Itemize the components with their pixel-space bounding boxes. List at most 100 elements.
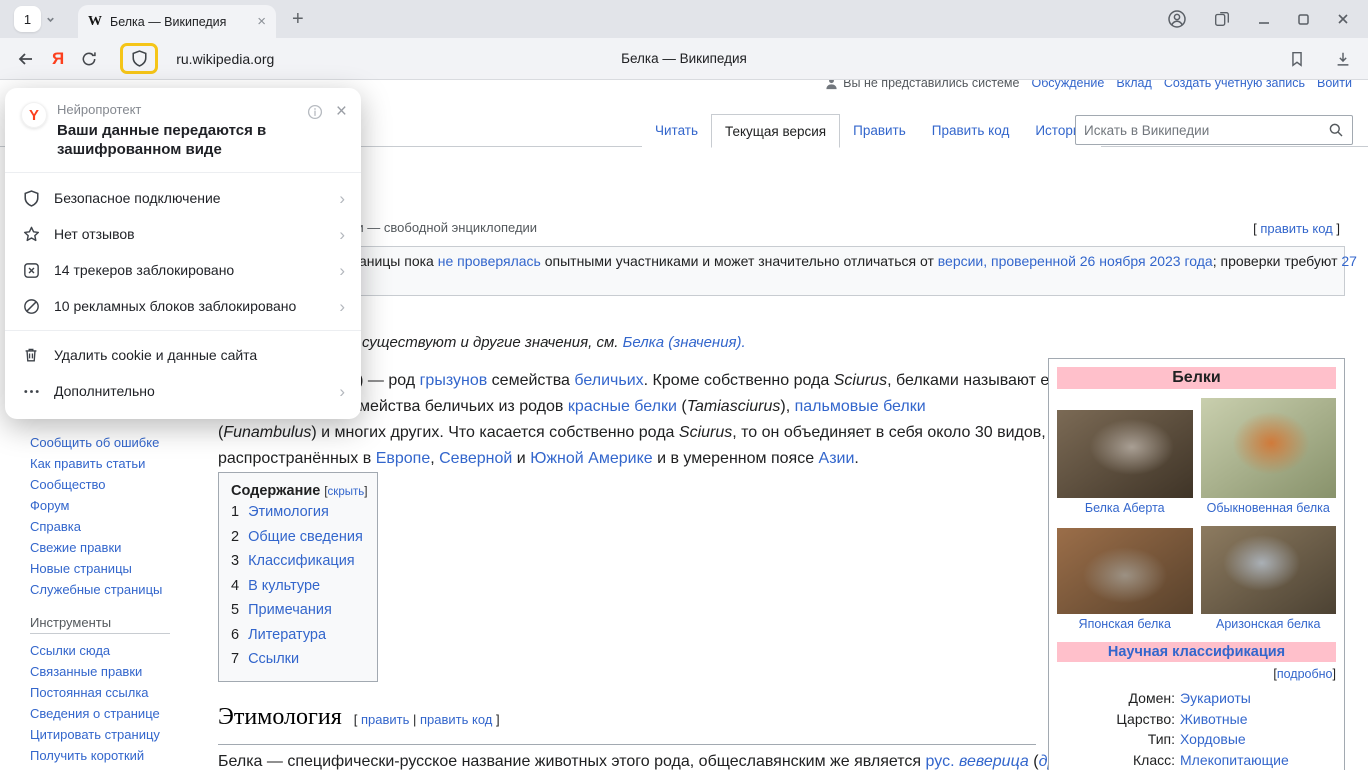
wiki-tab[interactable]: Править код (919, 114, 1023, 147)
wiki-link[interactable]: править код (420, 712, 492, 727)
taxon-rank-label: Класс: (1057, 750, 1175, 770)
wiki-link[interactable]: грызунов (420, 372, 488, 389)
personal-link[interactable]: Вклад (1116, 80, 1152, 90)
avatar-icon[interactable] (1167, 9, 1187, 29)
squirrel-image[interactable] (1057, 528, 1193, 614)
popup-item-label: Дополнительно (54, 383, 155, 399)
popup-close-icon[interactable]: × (336, 105, 347, 119)
wiki-link[interactable]: подробно (1277, 667, 1333, 681)
sidebar-link[interactable]: Постоянная ссылка (30, 682, 206, 703)
toc-item-number: 2 (231, 525, 239, 550)
popup-item-6[interactable]: Дополнительно › (5, 373, 361, 409)
image-caption-link[interactable]: Японская белка (1057, 617, 1193, 632)
wiki-link[interactable]: править код (1260, 221, 1332, 236)
sidebar-link[interactable]: Получить короткий (30, 745, 206, 766)
wiki-link[interactable]: Южной Америке (530, 450, 652, 467)
wiki-link[interactable]: Северной (439, 450, 512, 467)
wiki-search-box (1075, 115, 1353, 145)
back-button[interactable] (16, 49, 36, 69)
info-icon[interactable] (307, 104, 323, 120)
toc-item-link[interactable]: Литература (248, 623, 326, 648)
sidebar-link[interactable]: Новые страницы (30, 558, 206, 579)
chevron-down-icon[interactable] (45, 14, 56, 25)
sidebar-link[interactable]: Свежие правки (30, 537, 206, 558)
sidebar-link[interactable]: Служебные страницы (30, 579, 206, 600)
sidebar-link[interactable]: Сведения о странице (30, 703, 206, 724)
taxon-value-link[interactable]: Млекопитающие (1180, 750, 1289, 770)
sidebar-link[interactable]: Справка (30, 516, 206, 537)
refresh-button[interactable] (80, 50, 98, 68)
squirrel-image[interactable] (1201, 526, 1337, 614)
wiki-tab[interactable]: Читать (642, 114, 711, 147)
personal-link[interactable]: Обсуждение (1031, 80, 1104, 90)
toc-item-link[interactable]: В культуре (248, 574, 320, 599)
wiki-link[interactable]: версии, проверенной 26 ноября 2023 года (938, 253, 1213, 269)
personal-link[interactable]: Войти (1317, 80, 1352, 90)
toc-item-link[interactable]: Классификация (248, 549, 355, 574)
tab-counter-button[interactable]: 1 (14, 6, 41, 32)
address-bar-url[interactable]: ru.wikipedia.org (176, 51, 274, 67)
review-notice: Текущая версия страницы пока не проверял… (218, 246, 1345, 296)
yandex-button[interactable]: Я (52, 49, 64, 69)
protect-shield-button[interactable] (130, 49, 149, 68)
sidebar-link[interactable]: Ссылки сюда (30, 640, 206, 661)
sidebar-link[interactable]: Цитировать страницу (30, 724, 206, 745)
sidebar-link[interactable]: Сообщить об ошибке (30, 432, 206, 453)
taxobox: Белки Белка АбертаОбыкновенная белкаЯпон… (1048, 358, 1345, 770)
downloads-icon[interactable] (1334, 50, 1352, 68)
minimize-button[interactable] (1257, 12, 1271, 26)
taxon-value-link[interactable]: Животные (1180, 709, 1248, 730)
wiki-link[interactable]: Азии (819, 450, 855, 467)
tab-close-icon[interactable]: × (257, 14, 266, 29)
toc-item-link[interactable]: Общие сведения (248, 525, 363, 550)
wiki-link[interactable]: 27 (1341, 253, 1357, 269)
close-button[interactable] (1336, 12, 1350, 26)
image-caption-link[interactable]: Белка Аберта (1057, 501, 1193, 516)
wiki-tab[interactable]: Текущая версия (711, 114, 840, 148)
text-run: ; проверки требуют (1213, 253, 1342, 269)
new-tab-button[interactable]: + (292, 9, 304, 29)
popup-item-2[interactable]: Нет отзывов› (5, 216, 361, 252)
taxon-value-link[interactable]: Эукариоты (1180, 688, 1251, 709)
panels-icon[interactable] (1213, 10, 1231, 28)
image-caption-link[interactable]: Аризонская белка (1201, 617, 1337, 632)
toc-item-link[interactable]: Этимология (248, 500, 329, 525)
toc-item: 6Литература (231, 623, 365, 648)
popup-item-4[interactable]: 10 рекламных блоков заблокировано› (5, 288, 361, 324)
search-input[interactable] (1084, 123, 1328, 138)
search-icon[interactable] (1328, 122, 1344, 138)
bookmark-flag-icon[interactable] (1288, 50, 1306, 68)
squirrel-image[interactable] (1201, 398, 1337, 498)
maximize-button[interactable] (1297, 13, 1310, 26)
wiki-link[interactable]: беличьих (574, 372, 643, 389)
chevron-right-icon: › (339, 383, 345, 400)
wiki-link[interactable]: скрыть (328, 486, 365, 498)
taxobox-rows: Домен:ЭукариотыЦарство:ЖивотныеТип:Хордо… (1057, 688, 1336, 770)
sidebar-link[interactable]: Форум (30, 495, 206, 516)
wiki-tab[interactable]: Править (840, 114, 919, 147)
wiki-link[interactable]: рус. (926, 753, 955, 770)
image-caption-link[interactable]: Обыкновенная белка (1201, 501, 1337, 516)
user-icon (825, 80, 838, 90)
sidebar-link[interactable]: Связанные правки (30, 661, 206, 682)
sidebar-link[interactable]: Как править статьи (30, 453, 206, 474)
wiki-link[interactable]: править (361, 712, 409, 727)
wiki-link[interactable]: веверица (959, 753, 1029, 770)
browser-tab[interactable]: W Белка — Википедия × (78, 5, 276, 38)
wiki-link[interactable]: не проверялась (438, 253, 541, 269)
taxon-value-link[interactable]: Хордовые (1180, 729, 1246, 750)
wiki-link[interactable]: красные белки (568, 398, 677, 415)
wiki-link[interactable]: пальмовые белки (795, 398, 926, 415)
popup-item-5[interactable]: Удалить cookie и данные сайта (5, 337, 361, 373)
toc-item-link[interactable]: Примечания (248, 598, 332, 623)
popup-item-1[interactable]: Безопасное подключение› (5, 180, 361, 216)
popup-item-3[interactable]: 14 трекеров заблокировано› (5, 252, 361, 288)
sidebar-link[interactable]: Сообщество (30, 474, 206, 495)
taxobox-classification-header[interactable]: Научная классификация (1057, 642, 1336, 662)
wiki-link[interactable]: Белка (значения). (623, 334, 746, 351)
taxobox-row: Домен:Эукариоты (1057, 688, 1336, 709)
personal-link[interactable]: Создать учетную запись (1164, 80, 1305, 90)
squirrel-image[interactable] (1057, 410, 1193, 498)
toc-item-link[interactable]: Ссылки (248, 647, 299, 672)
wiki-link[interactable]: Европе (376, 450, 431, 467)
